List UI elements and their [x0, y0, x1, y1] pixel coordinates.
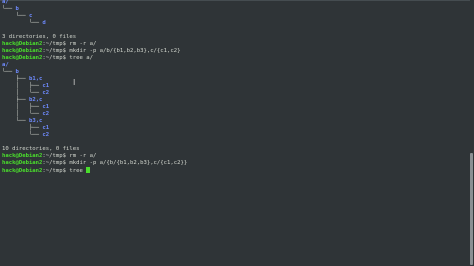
terminal-text: :~/tmp$ rm -r a/ [42, 41, 97, 47]
terminal-line: └── c [2, 13, 187, 20]
terminal-line: hack@Debian2:~/tmp$ tree [2, 167, 187, 174]
directory-name: a/ [2, 62, 9, 68]
terminal-text: └── [2, 118, 29, 124]
terminal-line: hack@Debian2:~/tmp$ mkdir -p a/{b/{b1,b2… [2, 160, 187, 167]
terminal-text: 10 directories, 0 files [2, 146, 80, 152]
directory-name: c2 [42, 132, 50, 138]
terminal-text: └── [2, 20, 43, 26]
terminal-line: hack@Debian2:~/tmp$ rm -r a/ [2, 41, 187, 48]
directory-name: b3,c [28, 118, 43, 124]
text-cursor [86, 167, 91, 173]
terminal-output[interactable]: a/└── b └── c └── d 3 directories, 0 fil… [2, 0, 187, 174]
prompt-user-host: hack@Debian2 [2, 153, 43, 159]
prompt-user-host: hack@Debian2 [2, 168, 43, 174]
terminal-text: :~/tmp$ tree [42, 168, 87, 174]
terminal-text: │ └── [2, 111, 43, 117]
text-ibeam-icon: I [73, 78, 76, 87]
directory-name: c1 [42, 104, 50, 110]
terminal-text: └── [2, 132, 43, 138]
directory-name: c1 [42, 83, 50, 89]
scrollbar-thumb[interactable] [470, 153, 473, 265]
scrollbar-track[interactable] [470, 0, 474, 266]
terminal-line: │ ├── c1 [2, 83, 187, 90]
terminal-text: └── [2, 6, 16, 12]
terminal-text: ├── [2, 76, 29, 82]
terminal-line: │ └── c2 [2, 90, 187, 97]
terminal-text: │ ├── [2, 83, 43, 89]
terminal-text: └── [2, 69, 16, 75]
terminal-line: hack@Debian2:~/tmp$ rm -r a/ [2, 153, 187, 160]
directory-name: b [15, 69, 19, 75]
terminal-text: │ └── [2, 90, 43, 96]
terminal-line: │ ├── c1 [2, 104, 187, 111]
terminal-line: ├── b1,c [2, 76, 187, 83]
prompt-user-host: hack@Debian2 [2, 48, 43, 54]
directory-name: b1,c [28, 76, 43, 82]
terminal-window[interactable]: a/└── b └── c └── d 3 directories, 0 fil… [0, 0, 474, 266]
terminal-text: ├── [2, 125, 43, 131]
terminal-line: 3 directories, 0 files [2, 34, 187, 41]
directory-name: b [15, 6, 19, 12]
directory-name: d [42, 20, 46, 26]
terminal-line: └── d [2, 20, 187, 27]
terminal-text: │ ├── [2, 104, 43, 110]
prompt-user-host: hack@Debian2 [2, 41, 43, 47]
directory-name: c2 [42, 90, 50, 96]
terminal-line: └── b3,c [2, 118, 187, 125]
prompt-user-host: hack@Debian2 [2, 55, 43, 61]
terminal-line: ├── b2,c [2, 97, 187, 104]
terminal-text: :~/tmp$ mkdir -p a/{b/{b1,b2,b3},c/{c1,c… [42, 160, 188, 166]
directory-name: c2 [42, 111, 50, 117]
directory-name: c1 [42, 125, 50, 131]
terminal-text: 3 directories, 0 files [2, 34, 77, 40]
terminal-text: └── [2, 13, 29, 19]
terminal-line: └── b [2, 69, 187, 76]
directory-name: a/ [2, 0, 9, 5]
prompt-user-host: hack@Debian2 [2, 160, 43, 166]
terminal-line: hack@Debian2:~/tmp$ tree a/ [2, 55, 187, 62]
terminal-text: :~/tmp$ rm -r a/ [42, 153, 97, 159]
directory-name: c [28, 13, 33, 19]
terminal-line: └── b [2, 6, 187, 13]
terminal-line: ├── c1 [2, 125, 187, 132]
terminal-line: │ └── c2 [2, 111, 187, 118]
directory-name: b2,c [28, 97, 43, 103]
terminal-line: hack@Debian2:~/tmp$ mkdir -p a/b/{b1,b2,… [2, 48, 187, 55]
terminal-text: :~/tmp$ mkdir -p a/b/{b1,b2,b3},c/{c1,c2… [42, 48, 181, 54]
terminal-line: a/ [2, 62, 187, 69]
terminal-line: └── c2 [2, 132, 187, 139]
terminal-text: ├── [2, 97, 29, 103]
terminal-line: 10 directories, 0 files [2, 146, 187, 153]
terminal-text: :~/tmp$ tree a/ [42, 55, 93, 61]
